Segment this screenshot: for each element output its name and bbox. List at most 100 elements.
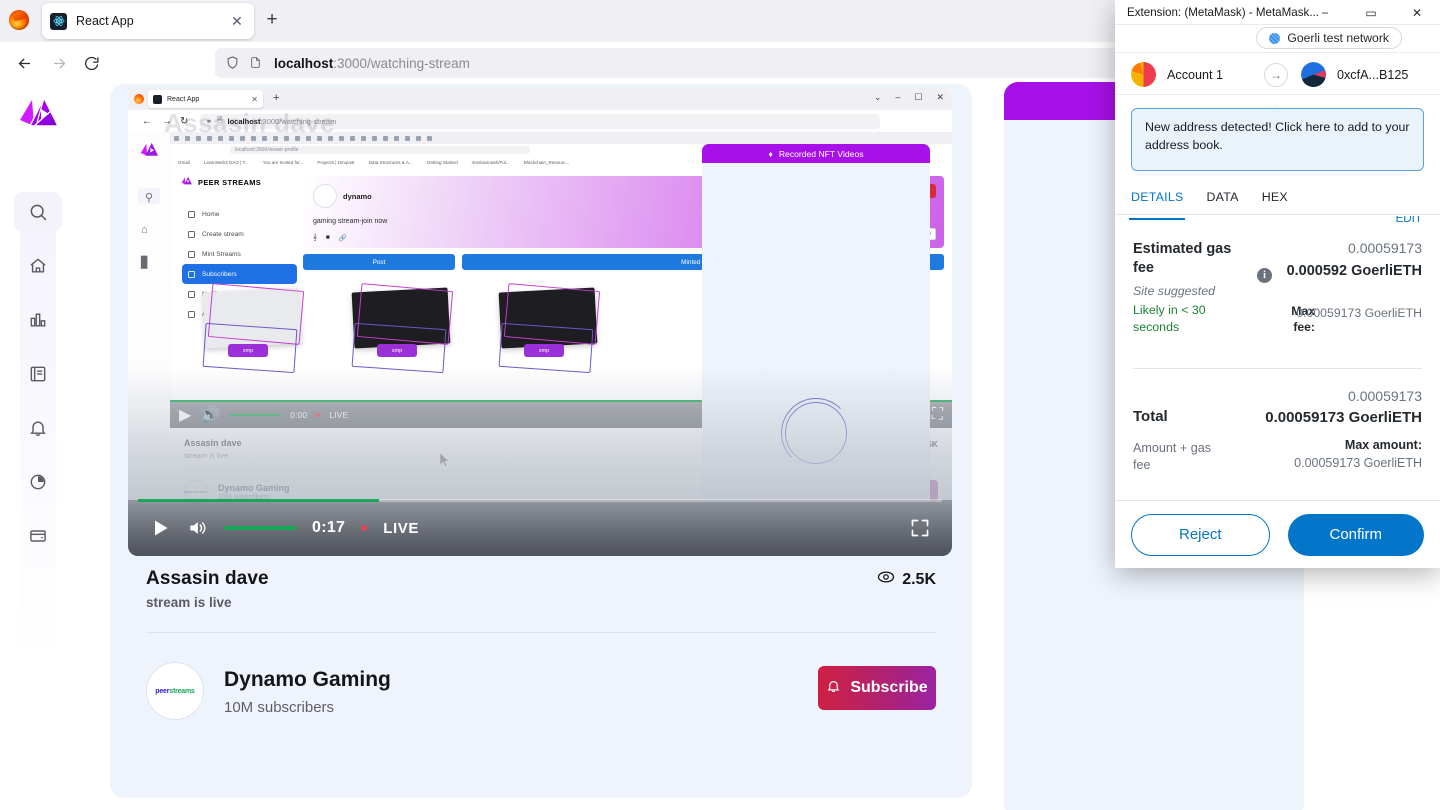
details-separator [1133, 368, 1422, 369]
max-amount-value: 0.00059173 GoerliETH [1294, 456, 1422, 470]
account-to[interactable]: 0xcfA...B125 [1301, 62, 1408, 87]
recorded-stream-card: smp [498, 283, 601, 374]
sidebar-item-wallet[interactable] [14, 516, 62, 556]
amount-plus-gas-label: Amount + gas fee [1133, 441, 1212, 472]
recorded-browser-tab: React App ✕ [148, 90, 263, 108]
player-progress-bar[interactable] [138, 499, 942, 502]
reject-button[interactable]: Reject [1131, 513, 1270, 556]
back-icon[interactable] [12, 51, 36, 75]
new-tab-button[interactable]: + [262, 10, 282, 31]
screen: React App ✕ + localhost:3000/watching-st… [0, 0, 1440, 810]
tab-details[interactable]: DETAILS [1128, 190, 1186, 220]
metamask-details-body: EDIT Estimated gas fee i 0.00059173 0.00… [1115, 216, 1440, 501]
arrow-right-icon: → [1264, 63, 1288, 87]
max-amount-label: Max amount: [1344, 438, 1422, 452]
network-selector[interactable]: Goerli test network [1256, 27, 1402, 49]
info-icon[interactable]: i [1257, 268, 1272, 283]
link-icon: 🔗 [338, 235, 347, 242]
discord-icon: ■ [325, 234, 330, 241]
bookmark-item: Projects | Devpost [317, 159, 355, 165]
player-controls[interactable]: 0:17 LIVE [128, 499, 952, 556]
fullscreen-icon[interactable] [910, 518, 930, 538]
stream-info: Assasin dave stream is live 2.5K [146, 568, 936, 610]
recorded-favicon-icon [153, 94, 162, 104]
minimize-icon[interactable]: − [1302, 0, 1348, 25]
avatar[interactable]: peerstreams [146, 662, 204, 720]
address-bar[interactable]: localhost:3000/watching-stream [215, 48, 1200, 78]
recorded-menu-item-home: Home [182, 204, 297, 224]
reload-icon[interactable] [79, 51, 103, 75]
recorded-inner-brand-text: PEER STREAMS [198, 178, 262, 187]
account-from-name: Account 1 [1167, 67, 1224, 82]
sidebar-item-streams[interactable] [14, 354, 62, 394]
recorded-firefox-logo-icon [134, 94, 144, 104]
total-label: Total [1133, 408, 1168, 425]
recorded-sidebar-search-icon: ⚲ [138, 188, 160, 204]
close-icon[interactable]: ✕ [228, 12, 246, 30]
recorded-stream-card: smp [351, 283, 454, 374]
recorded-screen-content: React App ✕ + ⌄–☐✕ ← → ↻ ☆ ⌫■⚒☰ ⚭ [128, 88, 952, 556]
sidebar-item-search[interactable] [14, 192, 62, 232]
channel-name: Dynamo Gaming [224, 668, 391, 691]
live-label: LIVE [383, 519, 419, 537]
recorded-volume-slider [229, 413, 282, 417]
avatar-text: peerstreams [155, 687, 195, 695]
recorded-close-icon: ✕ [251, 94, 258, 104]
view-count: 2.5K [877, 570, 936, 589]
recorded-live-dot [316, 413, 321, 417]
recorded-sidebar: ⚲ ⌂ ▊ [128, 132, 170, 556]
max-fee-value: 0.00059173 GoerliETH [1296, 306, 1422, 320]
divider [146, 632, 936, 633]
video-player[interactable]: React App ✕ + ⌄–☐✕ ← → ↻ ☆ ⌫■⚒☰ ⚭ [128, 88, 952, 556]
tab-hex[interactable]: HEX [1262, 190, 1288, 214]
account-from[interactable]: Account 1 [1131, 62, 1223, 87]
recorded-url-path: :3000/watching-stream [260, 117, 337, 126]
recorded-menu-label: Mint Streams [202, 250, 241, 258]
recorded-menu-item-create-stream: Create stream [182, 224, 297, 244]
recorded-forward-icon: → [162, 116, 172, 127]
view-count-value: 2.5K [902, 570, 936, 588]
peer-streams-logo-icon[interactable] [14, 96, 62, 142]
recorded-tab-strip: React App ✕ + ⌄ – ☐ ✕ [128, 88, 952, 110]
recorded-back-icon: ← [142, 116, 152, 127]
recorded-stream-card: smp [202, 283, 305, 374]
recorded-sidebar-analytics-icon: ▊ [141, 257, 150, 269]
recorded-fullscreen-icon: ⛶ [931, 406, 943, 423]
app-sidebar [0, 84, 76, 810]
sidebar-item-home[interactable] [14, 246, 62, 286]
bookmark-item: Data Structures & A... [368, 159, 413, 165]
recorded-sidebar-home-icon: ⌂ [141, 224, 148, 236]
metamask-window: Extension: (MetaMask) - MetaMask... − ▭ … [1115, 0, 1440, 568]
channel-subscribers: 10M subscribers [224, 699, 335, 716]
metamask-window-title: Extension: (MetaMask) - MetaMask... [1127, 5, 1319, 19]
gas-fee-label: Estimated gas fee [1133, 241, 1232, 277]
sidebar-item-history[interactable] [14, 462, 62, 502]
channel-row: peerstreams Dynamo Gaming 10M subscriber… [146, 656, 936, 746]
shield-icon [225, 55, 242, 72]
subscribe-label: Subscribe [850, 679, 928, 696]
url-path: :3000/watching-stream [333, 55, 470, 71]
new-address-banner[interactable]: New address detected! Click here to add … [1131, 108, 1424, 171]
tab-data[interactable]: DATA [1206, 190, 1238, 214]
bookmark-item: Blockchain_Resourc... [523, 159, 570, 165]
network-dot-icon [1269, 32, 1281, 44]
maximize-icon[interactable]: ▭ [1348, 0, 1394, 25]
subscribe-button[interactable]: Subscribe [818, 666, 936, 710]
browser-tab[interactable]: React App ✕ [42, 3, 254, 39]
sidebar-item-analytics[interactable] [14, 300, 62, 340]
recorded-inner-url: localhost:3000/viewer-profile [230, 146, 530, 154]
play-icon[interactable] [150, 518, 170, 538]
recorded-play-icon: ▶ [179, 407, 192, 424]
likely-time-label: Likely in < 30 seconds [1133, 303, 1206, 334]
recorded-address-text: localhost:3000/watching-stream [228, 117, 337, 126]
close-icon[interactable]: ✕ [1394, 0, 1440, 25]
volume-icon[interactable] [186, 518, 208, 538]
metamask-title-bar: Extension: (MetaMask) - MetaMask... − ▭ … [1115, 0, 1440, 25]
confirm-button[interactable]: Confirm [1287, 513, 1424, 556]
edit-gas-link[interactable]: EDIT [1396, 216, 1422, 225]
recorded-time: 0:00 [290, 410, 308, 420]
volume-slider[interactable] [224, 526, 296, 530]
recorded-reload-icon: ↻ [180, 116, 189, 127]
account-from-avatar-icon [1131, 62, 1156, 87]
sidebar-item-notifications[interactable] [14, 408, 62, 448]
